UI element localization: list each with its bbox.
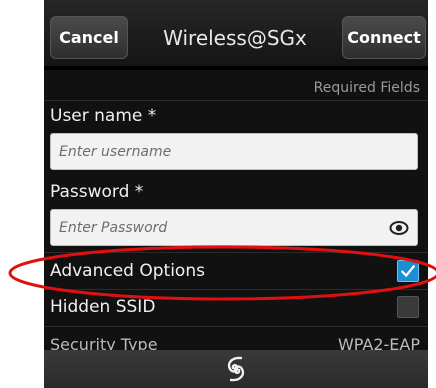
password-input[interactable] [51,210,379,245]
username-field[interactable] [50,133,418,170]
screen-title: Wireless@SGx [163,26,307,50]
screenshot-page: Cancel Wireless@SGx Connect Required Fie… [0,0,436,388]
hidden-ssid-label: Hidden SSID [50,297,156,317]
title-bar: Cancel Wireless@SGx Connect [44,0,428,70]
bottom-action-bar [44,350,428,388]
username-label: User name * [50,106,157,126]
divider [44,289,428,290]
action-swirl-icon[interactable] [221,354,251,384]
required-fields-note: Required Fields [313,80,420,96]
eye-icon[interactable] [389,218,409,238]
phone-screen: Cancel Wireless@SGx Connect Required Fie… [44,0,428,388]
password-label: Password * [50,182,144,202]
password-field[interactable] [50,209,418,246]
connect-button[interactable]: Connect [342,16,426,59]
divider [44,100,428,101]
hidden-ssid-checkbox[interactable] [397,296,419,318]
advanced-options-checkbox[interactable] [397,260,419,282]
checkmark-icon [400,264,416,278]
divider [44,326,428,327]
username-input[interactable] [51,134,379,169]
advanced-options-label: Advanced Options [50,261,205,281]
cancel-button[interactable]: Cancel [50,16,128,59]
divider [44,252,428,253]
